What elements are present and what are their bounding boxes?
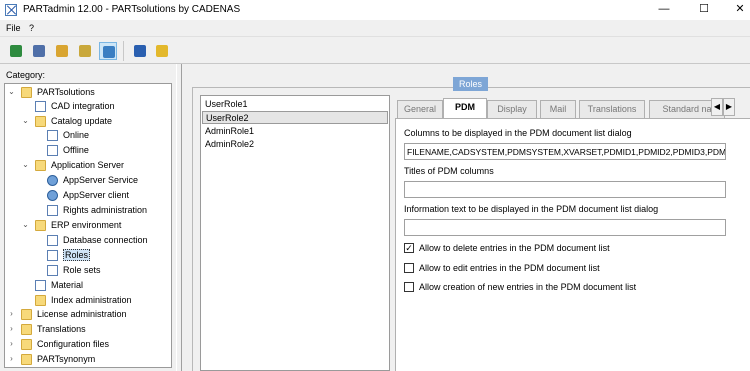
expand-icon[interactable]: › [7,355,16,364]
tools-button[interactable] [30,42,48,60]
index-icon [35,295,46,306]
tab-display[interactable]: Display [487,100,537,118]
collapse-icon[interactable]: ⌄ [21,161,30,170]
titles-label: Titles of PDM columns [404,166,494,176]
folder-icon [21,324,32,335]
rights-icon [47,205,58,216]
collapse-icon[interactable]: ⌄ [21,221,30,230]
folder-icon [21,309,32,320]
material-icon [35,280,46,291]
folder-icon [35,160,46,171]
app-icon [5,4,17,16]
tools-icon [33,45,45,57]
roles-list[interactable]: UserRole1 UserRole2 AdminRole1 AdminRole… [200,95,390,371]
users-button[interactable] [53,42,71,60]
users-icon [56,45,68,57]
menu-bar: File ? [0,20,750,36]
shield-icon [156,45,168,57]
panel-splitter[interactable] [176,64,182,371]
category-label: Category: [6,70,46,80]
toolbar-separator [123,41,124,61]
allow-delete-checkbox[interactable]: ✓ [404,243,414,253]
tab-pdm[interactable]: PDM [443,98,487,118]
menu-help[interactable]: ? [29,23,34,33]
tab-general[interactable]: General [397,100,443,118]
allow-create-label: Allow creation of new entries in the PDM… [419,282,637,292]
info-text-field[interactable] [404,219,726,236]
list-item[interactable]: UserRole2 [202,111,388,124]
offline-icon [47,145,58,156]
refresh-icon [10,45,22,57]
role-sets-icon [47,265,58,276]
collapse-icon[interactable]: ⌄ [21,117,30,126]
settings-button[interactable] [99,42,117,60]
columns-field[interactable]: FILENAME,CADSYSTEM,PDMSYSTEM,XVARSET,PDM… [404,143,726,160]
allow-delete-label: Allow to delete entries in the PDM docum… [419,243,610,253]
folder-icon [21,339,32,350]
close-button[interactable]: ✕ [723,0,750,20]
allow-edit-label: Allow to edit entries in the PDM documen… [419,263,600,273]
minimize-button[interactable]: — [647,0,681,20]
folder-icon [35,220,46,231]
roles-legend: Roles [453,77,489,91]
allow-create-checkbox[interactable] [404,282,414,292]
tab-scroll-left-button[interactable]: ◀ [711,98,723,116]
save-icon [134,45,146,57]
columns-label: Columns to be displayed in the PDM docum… [404,128,632,138]
tab-translations[interactable]: Translations [579,100,645,118]
window-title: PARTadmin 12.00 - PARTsolutions by CADEN… [23,4,241,15]
expand-icon[interactable]: › [7,340,16,349]
toolbar [0,36,750,64]
tab-strip: General PDM Display Mail Translations St… [395,98,725,118]
folder-icon [35,116,46,127]
expand-icon[interactable]: › [7,310,16,319]
client-icon [47,190,58,201]
key-icon [79,45,91,57]
folder-icon [21,87,32,98]
pdm-panel: Columns to be displayed in the PDM docum… [395,118,750,371]
info-text-label: Information text to be displayed in the … [404,204,659,214]
database-icon [47,235,58,246]
key-button[interactable] [76,42,94,60]
refresh-button[interactable] [7,42,25,60]
service-icon [47,175,58,186]
list-item[interactable]: UserRole1 [202,98,388,111]
category-tree[interactable]: ⌄ PARTsolutions CAD integration ⌄ Catalog … [4,83,172,368]
settings-icon [103,46,115,58]
maximize-button[interactable]: ☐ [687,0,721,20]
tab-mail[interactable]: Mail [540,100,576,118]
title-bar: PARTadmin 12.00 - PARTsolutions by CADEN… [0,0,750,20]
allow-edit-checkbox[interactable] [404,263,414,273]
menu-file[interactable]: File [6,23,21,33]
expand-icon[interactable]: › [7,325,16,334]
collapse-icon[interactable]: ⌄ [7,88,16,97]
save-button[interactable] [131,42,149,60]
titles-field[interactable] [404,181,726,198]
shield-button[interactable] [153,42,171,60]
tab-scroll-right-button[interactable]: ▶ [723,98,735,116]
list-item[interactable]: AdminRole2 [202,138,388,151]
online-icon [47,130,58,141]
folder-icon [21,354,32,365]
list-item[interactable]: AdminRole1 [202,125,388,138]
cad-icon [35,101,46,112]
roles-icon [47,250,58,261]
